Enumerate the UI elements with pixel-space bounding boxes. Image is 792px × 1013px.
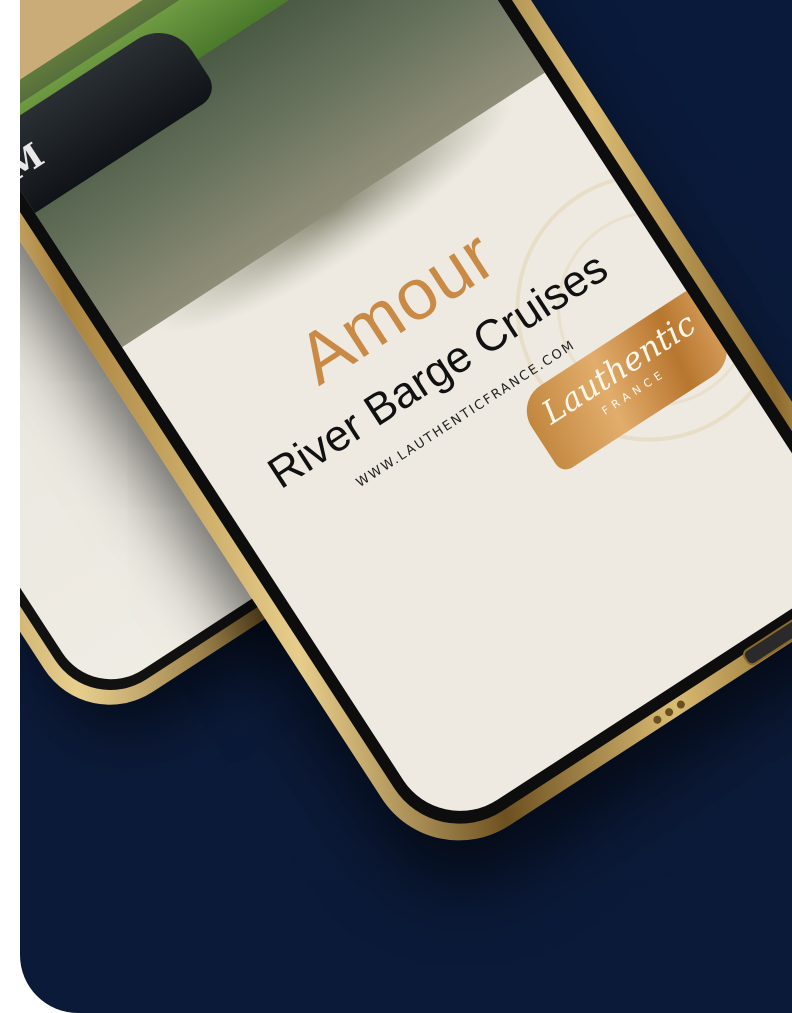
house-window xyxy=(20,0,24,25)
barge-logo: M xyxy=(20,135,52,190)
phone-mockup-scene: M Amour River Barge Cruises WWW.LAUTHENT… xyxy=(20,0,792,1013)
speaker-hole xyxy=(651,714,663,726)
speaker-hole xyxy=(663,706,675,718)
front-phone-screen[interactable]: M Amour River Barge Cruises WWW.LAUTHENT… xyxy=(20,0,792,837)
speaker-hole xyxy=(675,698,687,711)
promo-card: M Amour River Barge Cruises WWW.LAUTHENT… xyxy=(20,0,792,1013)
